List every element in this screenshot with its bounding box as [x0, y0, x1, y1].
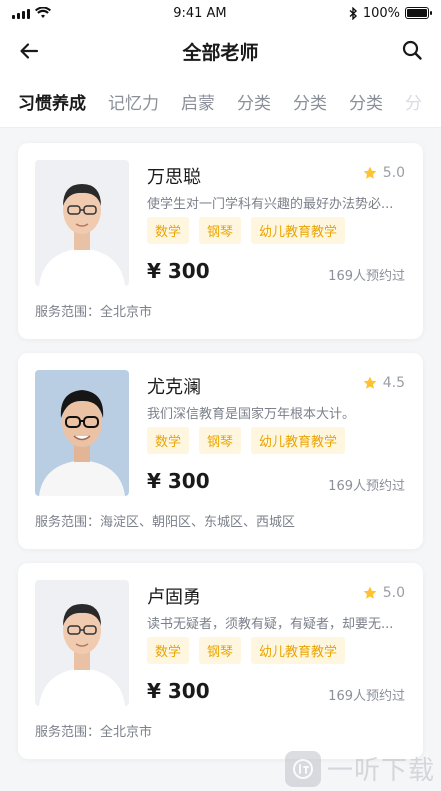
tag: 钢琴	[199, 427, 242, 454]
watermark: 一听下载	[284, 750, 435, 787]
back-arrow-icon[interactable]	[18, 40, 40, 62]
tag: 幼儿教育教学	[251, 427, 346, 454]
tag: 数学	[147, 217, 190, 244]
tag-list: 数学 钢琴 幼儿教育教学	[147, 217, 346, 244]
avatar	[35, 160, 129, 286]
booking-count: 169人预约过	[328, 479, 405, 494]
tag: 幼儿教育教学	[251, 217, 346, 244]
page-title: 全部老师	[182, 41, 259, 64]
teacher-card[interactable]: 尤克澜 4.5 我们深信教育是国家万年根本大计。 数学 钢琴 幼儿教育教学 ¥ …	[18, 353, 423, 549]
tab-category-3[interactable]: 分类	[349, 89, 383, 114]
price: ¥ 300	[147, 259, 210, 283]
rating-value: 4.5	[382, 375, 405, 391]
tab-habit[interactable]: 习惯养成	[18, 89, 88, 114]
price: ¥ 300	[147, 679, 210, 703]
tab-category-1[interactable]: 分类	[237, 89, 271, 114]
tag: 钢琴	[199, 637, 242, 664]
teacher-description: 使学生对一门学科有兴趣的最好办法势必...	[147, 197, 394, 212]
bluetooth-icon	[349, 6, 357, 20]
rating: 5.0	[362, 585, 405, 601]
avatar	[35, 580, 129, 706]
tag: 数学	[147, 637, 190, 664]
rating: 5.0	[362, 165, 405, 181]
tag: 钢琴	[199, 217, 242, 244]
search-icon[interactable]	[401, 39, 423, 61]
teacher-card[interactable]: 卢固勇 5.0 读书无疑者，须教有疑，有疑者，却要无... 数学 钢琴 幼儿教育…	[18, 563, 423, 759]
category-tabs: 习惯养成 记忆力 启蒙 分类 分类 分类 分	[0, 76, 441, 128]
status-left	[12, 7, 51, 19]
tag-list: 数学 钢琴 幼儿教育教学	[147, 637, 346, 664]
avatar	[35, 370, 129, 496]
teacher-description: 读书无疑者，须教有疑，有疑者，却要无...	[147, 617, 394, 632]
watermark-logo-icon	[284, 750, 321, 787]
teacher-name: 尤克澜	[147, 377, 201, 398]
price: ¥ 300	[147, 469, 210, 493]
booking-count: 169人预约过	[328, 689, 405, 704]
tab-category-2[interactable]: 分类	[293, 89, 327, 114]
service-scope: 服务范围：海淀区、朝阳区、东城区、西城区	[35, 515, 296, 530]
status-bar: 9:41 AM 100%	[0, 0, 441, 26]
wifi-icon	[35, 7, 51, 18]
tag: 幼儿教育教学	[251, 637, 346, 664]
watermark-text: 一听下载	[326, 756, 435, 786]
battery-percent: 100%	[362, 5, 400, 21]
teacher-name: 万思聪	[147, 167, 201, 188]
tab-enlightenment[interactable]: 启蒙	[181, 89, 215, 114]
battery-icon	[404, 7, 432, 19]
rating-value: 5.0	[382, 165, 405, 181]
star-icon	[363, 586, 377, 599]
star-icon	[363, 376, 377, 389]
teacher-name: 卢固勇	[147, 587, 201, 608]
app-header: 全部老师	[0, 26, 441, 76]
teacher-description: 我们深信教育是国家万年根本大计。	[147, 407, 356, 422]
tab-category-4[interactable]: 分	[405, 89, 422, 114]
tag-list: 数学 钢琴 幼儿教育教学	[147, 427, 346, 454]
teacher-card[interactable]: 万思聪 5.0 使学生对一门学科有兴趣的最好办法势必... 数学 钢琴 幼儿教育…	[18, 143, 423, 339]
rating: 4.5	[362, 375, 405, 391]
status-time: 9:41 AM	[173, 5, 227, 21]
rating-value: 5.0	[382, 585, 405, 601]
tag: 数学	[147, 427, 190, 454]
star-icon	[363, 166, 377, 179]
service-scope: 服务范围：全北京市	[35, 725, 153, 740]
status-right: 100%	[349, 5, 432, 21]
tab-memory[interactable]: 记忆力	[108, 89, 159, 114]
booking-count: 169人预约过	[328, 269, 405, 284]
service-scope: 服务范围：全北京市	[35, 305, 153, 320]
signal-icon	[12, 8, 30, 19]
